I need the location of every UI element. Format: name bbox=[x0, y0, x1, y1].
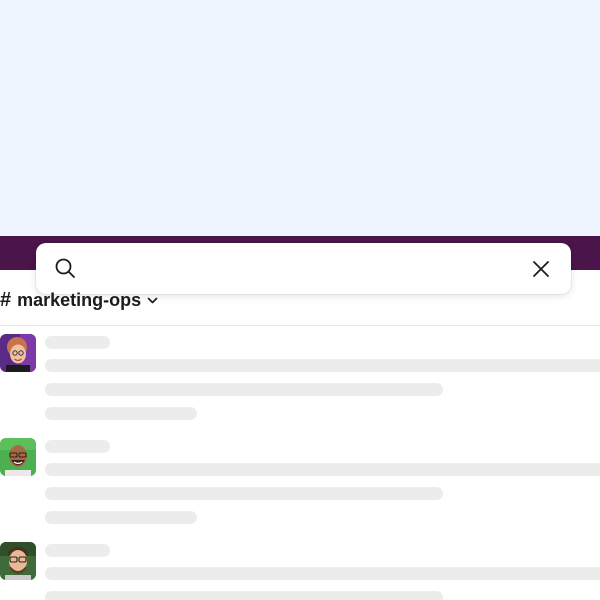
skeleton-line bbox=[45, 463, 600, 476]
chevron-down-icon bbox=[147, 297, 158, 303]
avatar[interactable] bbox=[0, 334, 36, 372]
app-root: # marketing-ops bbox=[0, 0, 600, 600]
search-icon bbox=[55, 258, 75, 278]
avatar[interactable] bbox=[0, 542, 36, 580]
avatar[interactable] bbox=[0, 438, 36, 476]
skeleton-line bbox=[45, 487, 443, 500]
top-background bbox=[0, 0, 600, 236]
skeleton-line bbox=[45, 336, 110, 349]
search-input[interactable] bbox=[88, 255, 508, 281]
skeleton-line bbox=[45, 591, 443, 600]
channel-hash-icon: # bbox=[0, 288, 12, 311]
skeleton-line bbox=[45, 383, 443, 396]
skeleton-line bbox=[45, 359, 600, 372]
header-divider bbox=[0, 325, 600, 326]
close-icon[interactable] bbox=[531, 259, 551, 279]
channel-name: marketing-ops bbox=[17, 289, 142, 310]
skeleton-line bbox=[45, 407, 197, 420]
channel-header[interactable]: # marketing-ops bbox=[0, 286, 158, 314]
skeleton-line bbox=[45, 440, 110, 453]
skeleton-line bbox=[45, 567, 600, 580]
skeleton-line bbox=[45, 511, 197, 524]
skeleton-line bbox=[45, 544, 110, 557]
